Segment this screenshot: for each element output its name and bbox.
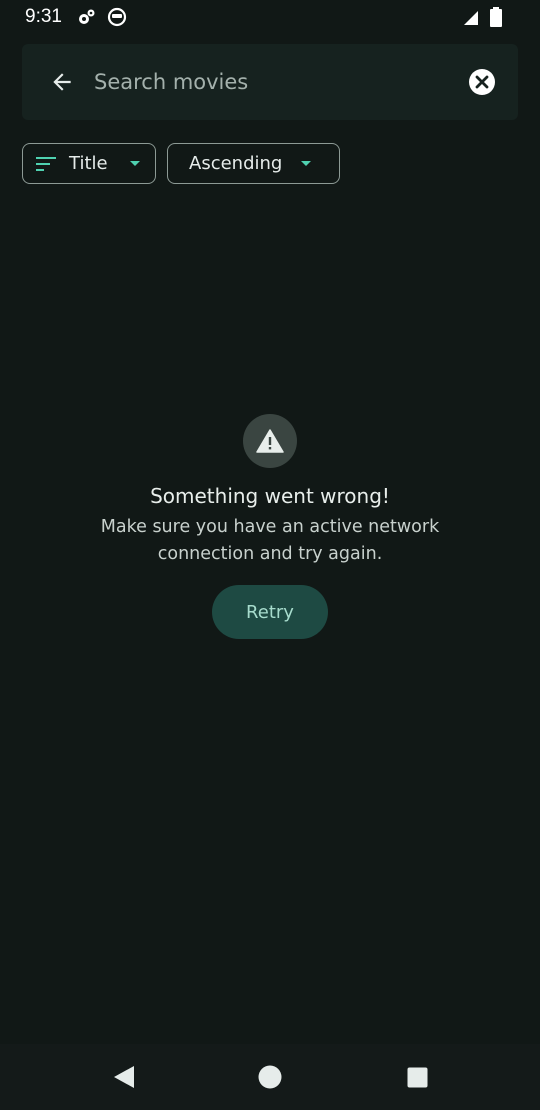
back-triangle-icon[interactable] [113, 1065, 135, 1089]
battery-icon [490, 7, 502, 27]
error-message: Make sure you have an active network con… [100, 517, 440, 564]
retry-button[interactable]: Retry [212, 585, 328, 639]
search-input[interactable] [94, 62, 454, 102]
back-button[interactable] [42, 62, 82, 102]
warning-icon [256, 429, 284, 453]
home-circle-icon[interactable] [258, 1065, 282, 1089]
sort-field-label: Title [69, 153, 108, 174]
settings-icon [79, 9, 95, 24]
close-circle-icon [469, 69, 495, 95]
arrow-back-icon [53, 73, 71, 91]
sort-field-dropdown[interactable]: Title [22, 143, 156, 184]
sort-order-dropdown[interactable]: Ascending [167, 143, 340, 184]
status-time: 9:31 [25, 6, 62, 27]
warning-badge [243, 414, 297, 468]
clear-search-button[interactable] [468, 68, 496, 96]
chevron-down-icon [129, 160, 140, 166]
sort-order-label: Ascending [189, 153, 283, 174]
signal-icon [464, 11, 478, 25]
sort-icon [36, 156, 56, 171]
error-title: Something went wrong! [150, 484, 390, 508]
recents-square-icon[interactable] [407, 1067, 428, 1088]
chevron-down-icon [301, 160, 312, 166]
vpn-face-icon [107, 7, 127, 27]
status-bar: 9:31 [0, 0, 540, 34]
system-navigation-bar [0, 1044, 540, 1110]
search-bar [22, 44, 518, 120]
